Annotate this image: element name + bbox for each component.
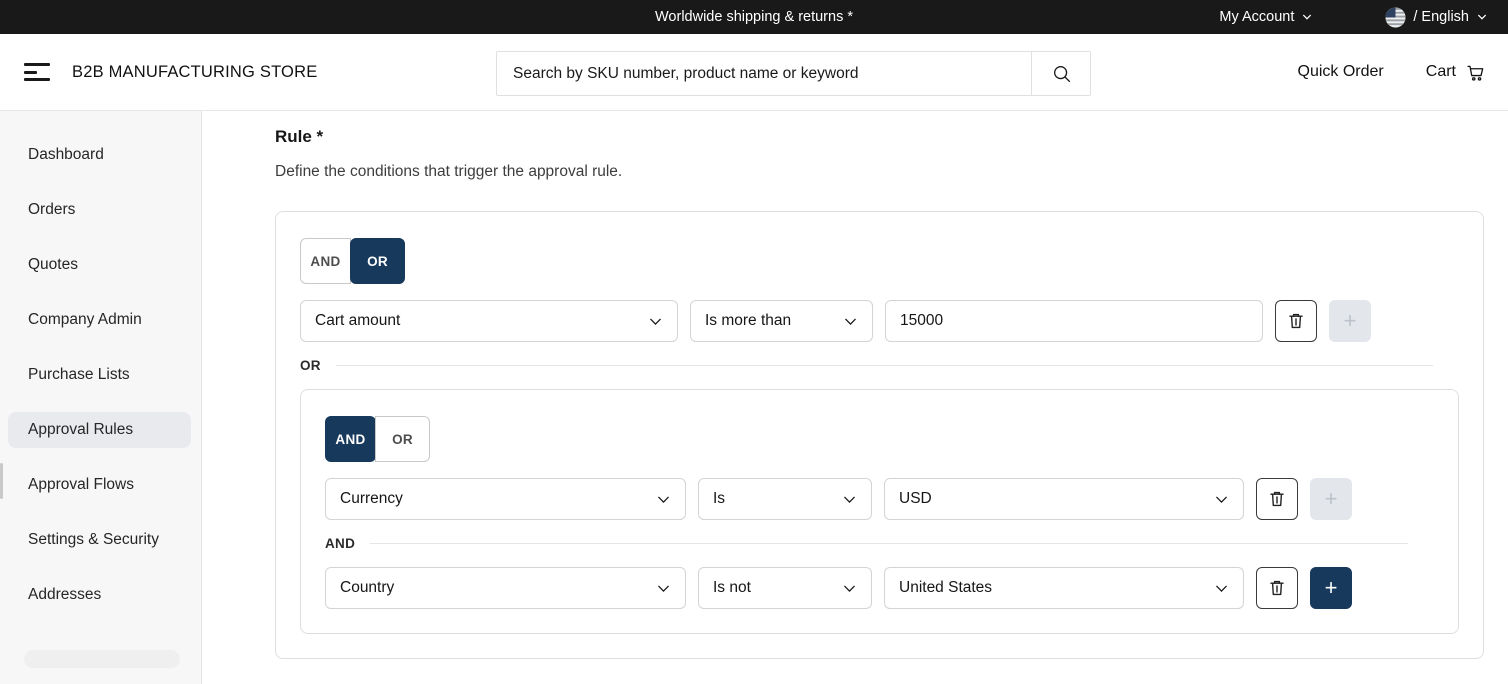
- delete-condition-button[interactable]: [1275, 300, 1317, 342]
- my-account-menu[interactable]: My Account: [1219, 9, 1313, 25]
- sidebar-scrollbar[interactable]: [0, 463, 3, 499]
- chevron-down-icon: [1214, 492, 1229, 507]
- topbar-right: My Account: [1219, 7, 1508, 28]
- language-selector[interactable]: / English: [1385, 7, 1488, 28]
- value-select[interactable]: United States: [884, 567, 1244, 609]
- plus-icon: +: [1325, 486, 1338, 512]
- logic-divider-and: AND: [325, 536, 1434, 551]
- quick-order-link[interactable]: Quick Order: [1298, 63, 1384, 81]
- delete-condition-button[interactable]: [1256, 567, 1298, 609]
- sidebar-nav: Dashboard Orders Quotes Company Admin Pu…: [0, 111, 202, 684]
- condition-row-cart-amount: Cart amount Is more than: [300, 300, 1459, 342]
- search-bar: [496, 51, 1091, 96]
- sidebar-item-company-admin[interactable]: Company Admin: [8, 302, 191, 338]
- condition-select[interactable]: Country: [325, 567, 686, 609]
- sidebar-item-quotes[interactable]: Quotes: [8, 247, 191, 283]
- header-actions: Quick Order Cart: [1298, 62, 1490, 83]
- cart-link[interactable]: Cart: [1426, 62, 1486, 83]
- value-select[interactable]: USD: [884, 478, 1244, 520]
- add-condition-button-disabled: +: [1310, 478, 1352, 520]
- operator-select[interactable]: Is more than: [690, 300, 873, 342]
- search-button[interactable]: [1031, 52, 1090, 95]
- main-content: Rule * Define the conditions that trigge…: [202, 111, 1508, 684]
- operator-select[interactable]: Is: [698, 478, 872, 520]
- chevron-down-icon: [843, 314, 858, 329]
- plus-icon: +: [1325, 575, 1338, 601]
- sidebar-item-dashboard[interactable]: Dashboard: [8, 137, 191, 173]
- sidebar-item-approval-rules[interactable]: Approval Rules: [8, 412, 191, 448]
- trash-icon: [1269, 490, 1285, 508]
- chevron-down-icon: [656, 581, 671, 596]
- add-condition-button-disabled: +: [1329, 300, 1371, 342]
- condition-row-country: Country Is not United Stat: [325, 567, 1434, 609]
- sidebar-item-approval-flows[interactable]: Approval Flows: [8, 467, 191, 503]
- page-description: Define the conditions that trigger the a…: [275, 163, 1486, 181]
- logic-toggle-inner: AND OR: [325, 416, 430, 462]
- page-title: Rule *: [275, 127, 1486, 147]
- condition-row-currency: Currency Is USD: [325, 478, 1434, 520]
- store-logo-text[interactable]: B2B MANUFACTURING STORE: [72, 63, 317, 82]
- value-input[interactable]: [885, 300, 1263, 342]
- sidebar-item-purchase-lists[interactable]: Purchase Lists: [8, 357, 191, 393]
- delete-condition-button[interactable]: [1256, 478, 1298, 520]
- page: Worldwide shipping & returns * My Accoun…: [0, 0, 1508, 684]
- trash-icon: [1288, 312, 1304, 330]
- chevron-down-icon: [648, 314, 663, 329]
- language-label: / English: [1413, 9, 1469, 25]
- condition-select[interactable]: Cart amount: [300, 300, 678, 342]
- operator-select[interactable]: Is not: [698, 567, 872, 609]
- chevron-down-icon: [842, 492, 857, 507]
- toggle-and-button[interactable]: AND: [325, 416, 376, 462]
- us-flag-icon: [1385, 7, 1406, 28]
- add-condition-button[interactable]: +: [1310, 567, 1352, 609]
- announcement-bar: Worldwide shipping & returns * My Accoun…: [0, 0, 1508, 34]
- toggle-or-button[interactable]: OR: [375, 416, 430, 462]
- toggle-or-button[interactable]: OR: [350, 238, 405, 284]
- cart-label: Cart: [1426, 63, 1456, 81]
- search-icon: [1051, 63, 1072, 84]
- my-account-label: My Account: [1219, 9, 1294, 25]
- rule-group-inner: AND OR Currency Is: [300, 389, 1459, 634]
- sidebar-ghost-item: [24, 650, 180, 668]
- toggle-and-button[interactable]: AND: [300, 238, 351, 284]
- cart-icon: [1465, 62, 1486, 83]
- rule-group-outer: AND OR Cart amount Is more than: [275, 211, 1484, 659]
- search-input[interactable]: [497, 52, 1031, 95]
- condition-select[interactable]: Currency: [325, 478, 686, 520]
- chevron-down-icon: [1214, 581, 1229, 596]
- chevron-down-icon: [656, 492, 671, 507]
- chevron-down-icon: [1301, 11, 1313, 23]
- hamburger-menu-icon[interactable]: [22, 60, 52, 84]
- site-header: B2B MANUFACTURING STORE Quick Order Cart: [0, 34, 1508, 111]
- chevron-down-icon: [842, 581, 857, 596]
- plus-icon: +: [1344, 308, 1357, 334]
- logic-divider-or: OR: [300, 358, 1459, 373]
- sidebar-item-settings-security[interactable]: Settings & Security: [8, 522, 191, 558]
- sidebar-item-addresses[interactable]: Addresses: [8, 577, 191, 613]
- chevron-down-icon: [1476, 11, 1488, 23]
- trash-icon: [1269, 579, 1285, 597]
- logic-toggle-outer: AND OR: [300, 238, 405, 284]
- quick-order-label: Quick Order: [1298, 63, 1384, 81]
- sidebar-item-orders[interactable]: Orders: [8, 192, 191, 228]
